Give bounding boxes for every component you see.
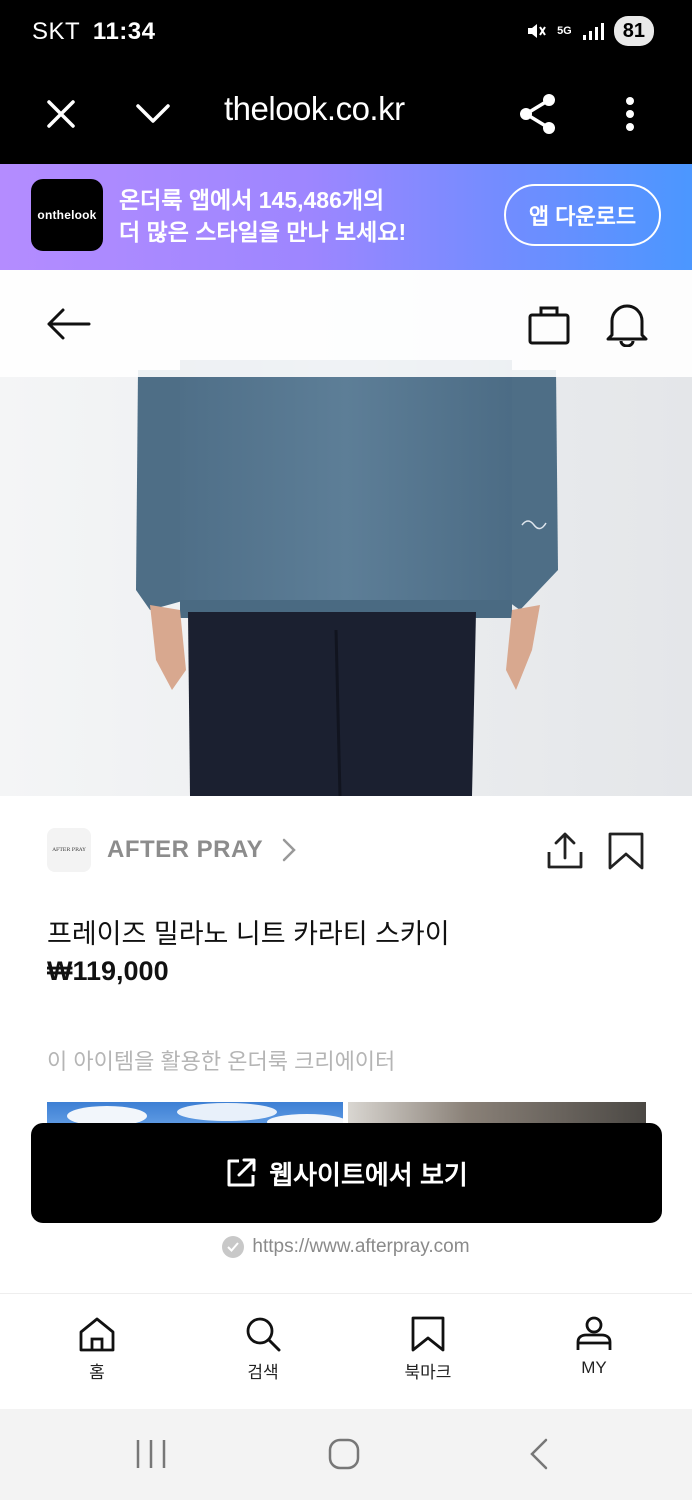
brand-row[interactable]: AFTER PRAY AFTER PRAY [0, 796, 692, 906]
battery-indicator: 81 [613, 16, 654, 46]
tab-bookmark-label: 북마크 [404, 1363, 452, 1382]
back-nav-icon[interactable] [526, 1437, 552, 1471]
product-price: ₩119,000 [47, 956, 169, 986]
status-bar: SKT 11:34 5G 81 [0, 0, 692, 64]
app-download-banner[interactable]: onthelook 온더룩 앱에서 145,486개의 더 많은 스타일을 만나… [0, 164, 692, 270]
banner-line-2: 더 많은 스타일을 만나 보세요! [119, 219, 407, 245]
bookmark-icon[interactable] [606, 832, 646, 870]
app-logo: onthelook [31, 179, 103, 251]
tab-my[interactable]: MY [544, 1316, 644, 1396]
external-link-icon [227, 1158, 256, 1187]
view-website-label: 웹사이트에서 보기 [269, 1159, 468, 1190]
share-upload-icon[interactable] [545, 832, 585, 870]
tab-home[interactable]: 홈 [47, 1316, 147, 1396]
system-navigation-bar [0, 1409, 692, 1500]
chevron-right-icon [282, 838, 296, 862]
bookmark-icon [411, 1316, 445, 1352]
banner-line-1: 온더룩 앱에서 145,486개의 [119, 187, 385, 213]
chevron-down-icon[interactable] [123, 84, 183, 144]
tab-search[interactable]: 검색 [213, 1316, 313, 1396]
tab-search-label: 검색 [247, 1363, 279, 1382]
mute-icon [528, 24, 546, 38]
creators-heading: 이 아이템을 활용한 온더룩 크리에이터 [47, 1049, 396, 1074]
bell-icon[interactable] [601, 298, 653, 350]
close-icon[interactable] [31, 84, 91, 144]
tab-home-label: 홈 [89, 1363, 105, 1382]
status-icons: 5G 81 [525, 16, 654, 46]
home-nav-icon[interactable] [327, 1437, 361, 1471]
home-icon [79, 1317, 115, 1352]
view-website-button[interactable]: 웹사이트에서 보기 [31, 1123, 662, 1223]
status-carrier: SKT 11:34 [32, 18, 155, 46]
brand-logo: AFTER PRAY [47, 828, 91, 872]
brand-name[interactable]: AFTER PRAY [107, 836, 263, 864]
back-arrow-icon[interactable] [42, 298, 94, 350]
tab-bookmark[interactable]: 북마크 [378, 1316, 478, 1396]
website-url: https://www.afterpray.com [252, 1236, 470, 1257]
address-bar-url[interactable]: thelook.co.kr [224, 90, 405, 128]
clock: 11:34 [92, 18, 156, 45]
network-type: 5G [557, 24, 572, 37]
product-name: 프레이즈 밀라노 니트 카라티 스카이 [47, 919, 450, 949]
website-url-row: https://www.afterpray.com [0, 1236, 692, 1258]
more-vert-icon[interactable] [600, 84, 660, 144]
app-download-button[interactable]: 앱 다운로드 [504, 184, 661, 246]
search-icon [246, 1317, 281, 1352]
banner-message: 온더룩 앱에서 145,486개의 더 많은 스타일을 만나 보세요! [119, 184, 406, 248]
product-top-nav [0, 270, 692, 377]
bottom-tab-bar: 홈 검색 북마크 MY [0, 1293, 692, 1409]
share-icon[interactable] [508, 84, 568, 144]
browser-toolbar: thelook.co.kr [0, 64, 692, 164]
tab-my-label: MY [581, 1358, 607, 1377]
user-icon [576, 1316, 612, 1350]
check-icon [222, 1236, 245, 1258]
shopping-bag-icon[interactable] [523, 298, 575, 350]
carrier-label: SKT [32, 18, 80, 45]
recent-apps-icon[interactable] [134, 1437, 168, 1471]
signal-icon [582, 23, 604, 40]
